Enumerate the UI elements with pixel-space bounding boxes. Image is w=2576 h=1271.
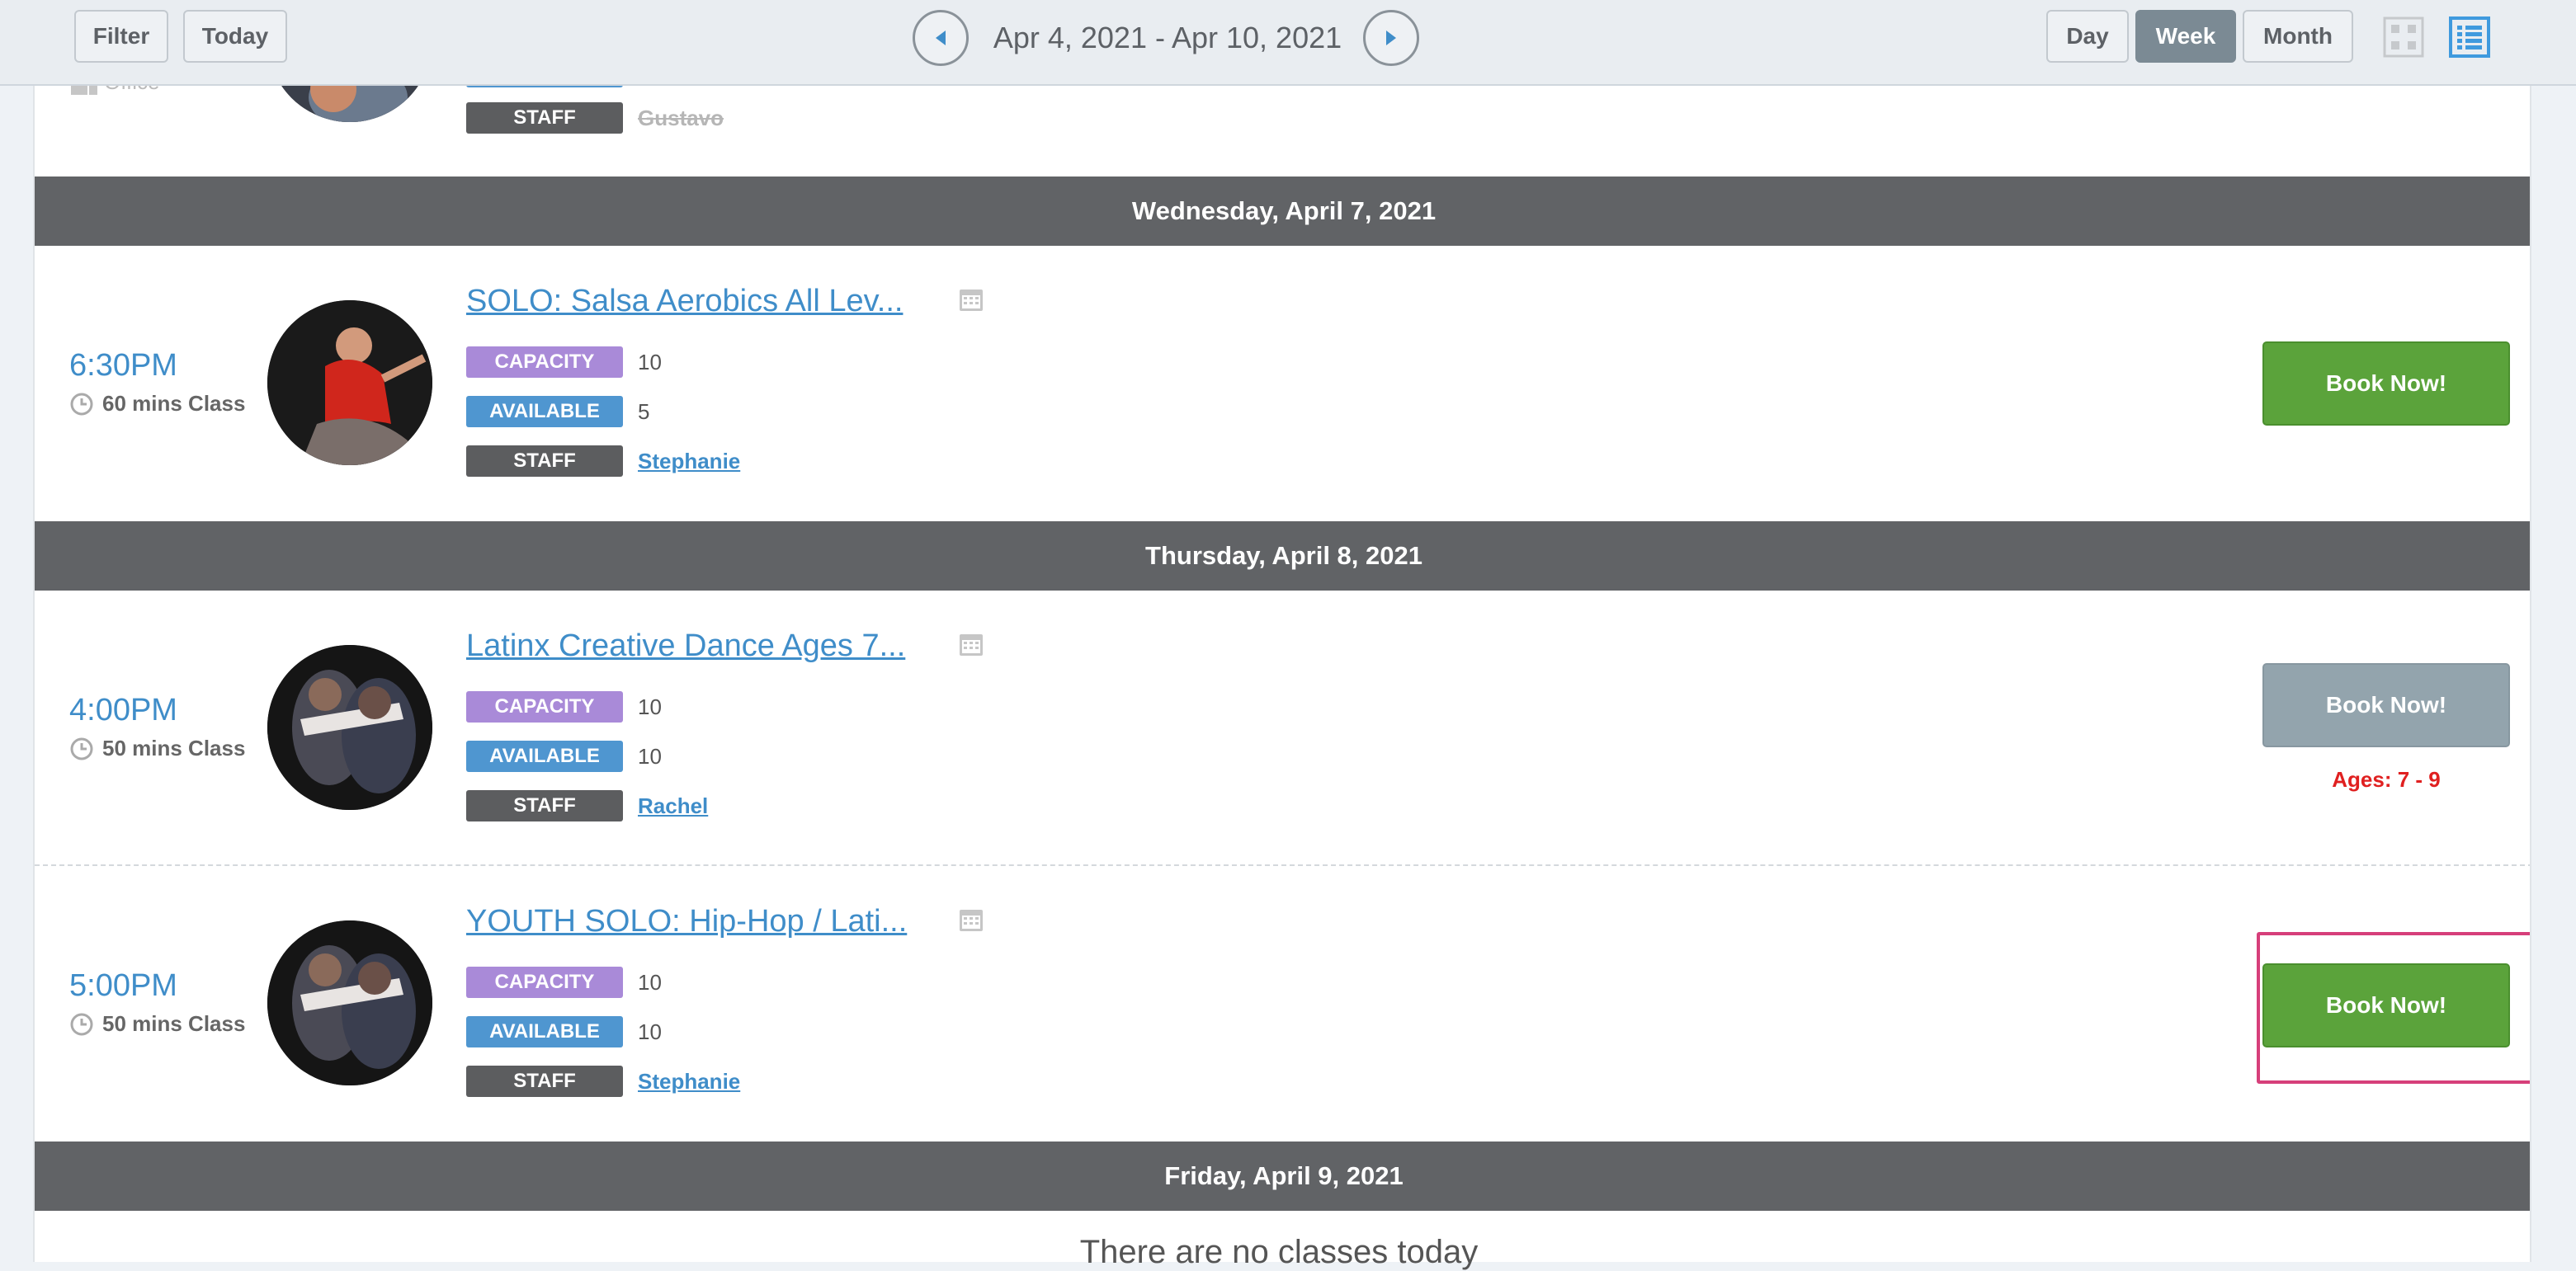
class-time: 6:30PM	[69, 348, 177, 383]
day-header-thursday: Thursday, April 8, 2021	[35, 521, 2530, 591]
capacity-value: 10	[638, 350, 662, 374]
class-image	[267, 300, 432, 465]
triangle-left-icon	[936, 31, 946, 45]
day-view-button[interactable]: Day	[2046, 10, 2129, 63]
capacity-tag: CAPACITY	[466, 346, 623, 378]
book-now-button-disabled[interactable]: Book Now!	[2262, 663, 2510, 747]
class-time: 4:00PM	[69, 693, 177, 727]
class-time: 5:00PM	[69, 968, 177, 1003]
class-duration: 50 mins Class	[69, 736, 245, 761]
calendar-toolbar: Filter Today Apr 4, 2021 - Apr 10, 2021 …	[0, 0, 2576, 86]
staff-name-link[interactable]: Rachel	[638, 793, 708, 819]
staff-tag: STAFF	[466, 102, 623, 134]
selection-highlight	[2257, 932, 2530, 1084]
week-view-button[interactable]: Week	[2135, 10, 2236, 63]
capacity-tag: CAPACITY	[466, 967, 623, 998]
filter-button[interactable]: Filter	[74, 10, 168, 63]
class-title-link[interactable]: YOUTH SOLO: Hip-Hop / Lati...	[466, 904, 907, 939]
calendar-icon[interactable]	[957, 630, 985, 658]
list-view-icon[interactable]	[2449, 16, 2490, 58]
class-row: 4:00PM 50 mins Class Latinx Creative Dan…	[35, 591, 2530, 864]
month-view-button[interactable]: Month	[2243, 10, 2353, 63]
triangle-right-icon	[1386, 31, 1396, 45]
staff-name-link[interactable]: Gustavo	[638, 106, 724, 131]
day-header-friday: Friday, April 9, 2021	[35, 1142, 2530, 1211]
available-value: 5	[638, 399, 650, 424]
class-row: 5:00PM 50 mins Class YOUTH SOLO: Hip-Hop…	[35, 864, 2530, 1143]
next-week-button[interactable]	[1363, 10, 1419, 66]
staff-name-link[interactable]: Stephanie	[638, 1069, 740, 1094]
duration-text: 60 mins Class	[102, 391, 246, 416]
available-tag: AVAILABLE	[466, 396, 623, 427]
capacity-tag: CAPACITY	[466, 691, 623, 723]
capacity-value: 10	[638, 694, 662, 719]
staff-name-link[interactable]: Stephanie	[638, 449, 740, 474]
book-now-button[interactable]: Book Now!	[2262, 341, 2510, 426]
date-range-label: Apr 4, 2021 - Apr 10, 2021	[993, 21, 1342, 54]
staff-tag: STAFF	[466, 790, 623, 821]
grid-view-icon[interactable]	[2383, 16, 2424, 58]
class-title-link[interactable]: SOLO: Salsa Aerobics All Lev...	[466, 284, 903, 319]
available-value: 10	[638, 744, 662, 769]
duration-text: 50 mins Class	[102, 1011, 246, 1036]
available-tag: AVAILABLE	[466, 741, 623, 772]
calendar-icon[interactable]	[957, 906, 985, 934]
available-tag: AVAILABLE	[466, 1016, 623, 1047]
staff-tag: STAFF	[466, 1066, 623, 1097]
class-image	[267, 920, 432, 1085]
class-title-link[interactable]: Latinx Creative Dance Ages 7...	[466, 628, 905, 664]
capacity-value: 10	[638, 970, 662, 995]
class-row: 6:30PM 60 mins Class SOLO: Salsa Aerobic…	[35, 246, 2530, 521]
age-restriction-text: Ages: 7 - 9	[2332, 767, 2441, 792]
day-header-wednesday: Wednesday, April 7, 2021	[35, 177, 2530, 246]
class-image	[267, 645, 432, 810]
calendar-icon[interactable]	[957, 285, 985, 313]
staff-tag: STAFF	[466, 445, 623, 477]
today-button[interactable]: Today	[183, 10, 287, 63]
empty-day-message: There are no classes today	[1079, 1234, 1479, 1270]
class-duration: 60 mins Class	[69, 391, 245, 417]
duration-text: 50 mins Class	[102, 736, 246, 760]
available-value: 10	[638, 1019, 662, 1044]
class-duration: 50 mins Class	[69, 1011, 245, 1037]
clock-icon	[70, 737, 93, 760]
schedule-list: Office STAFF Gustavo Wednesday, April 7,…	[33, 0, 2531, 1262]
clock-icon	[70, 1013, 93, 1035]
clock-icon	[70, 393, 93, 415]
